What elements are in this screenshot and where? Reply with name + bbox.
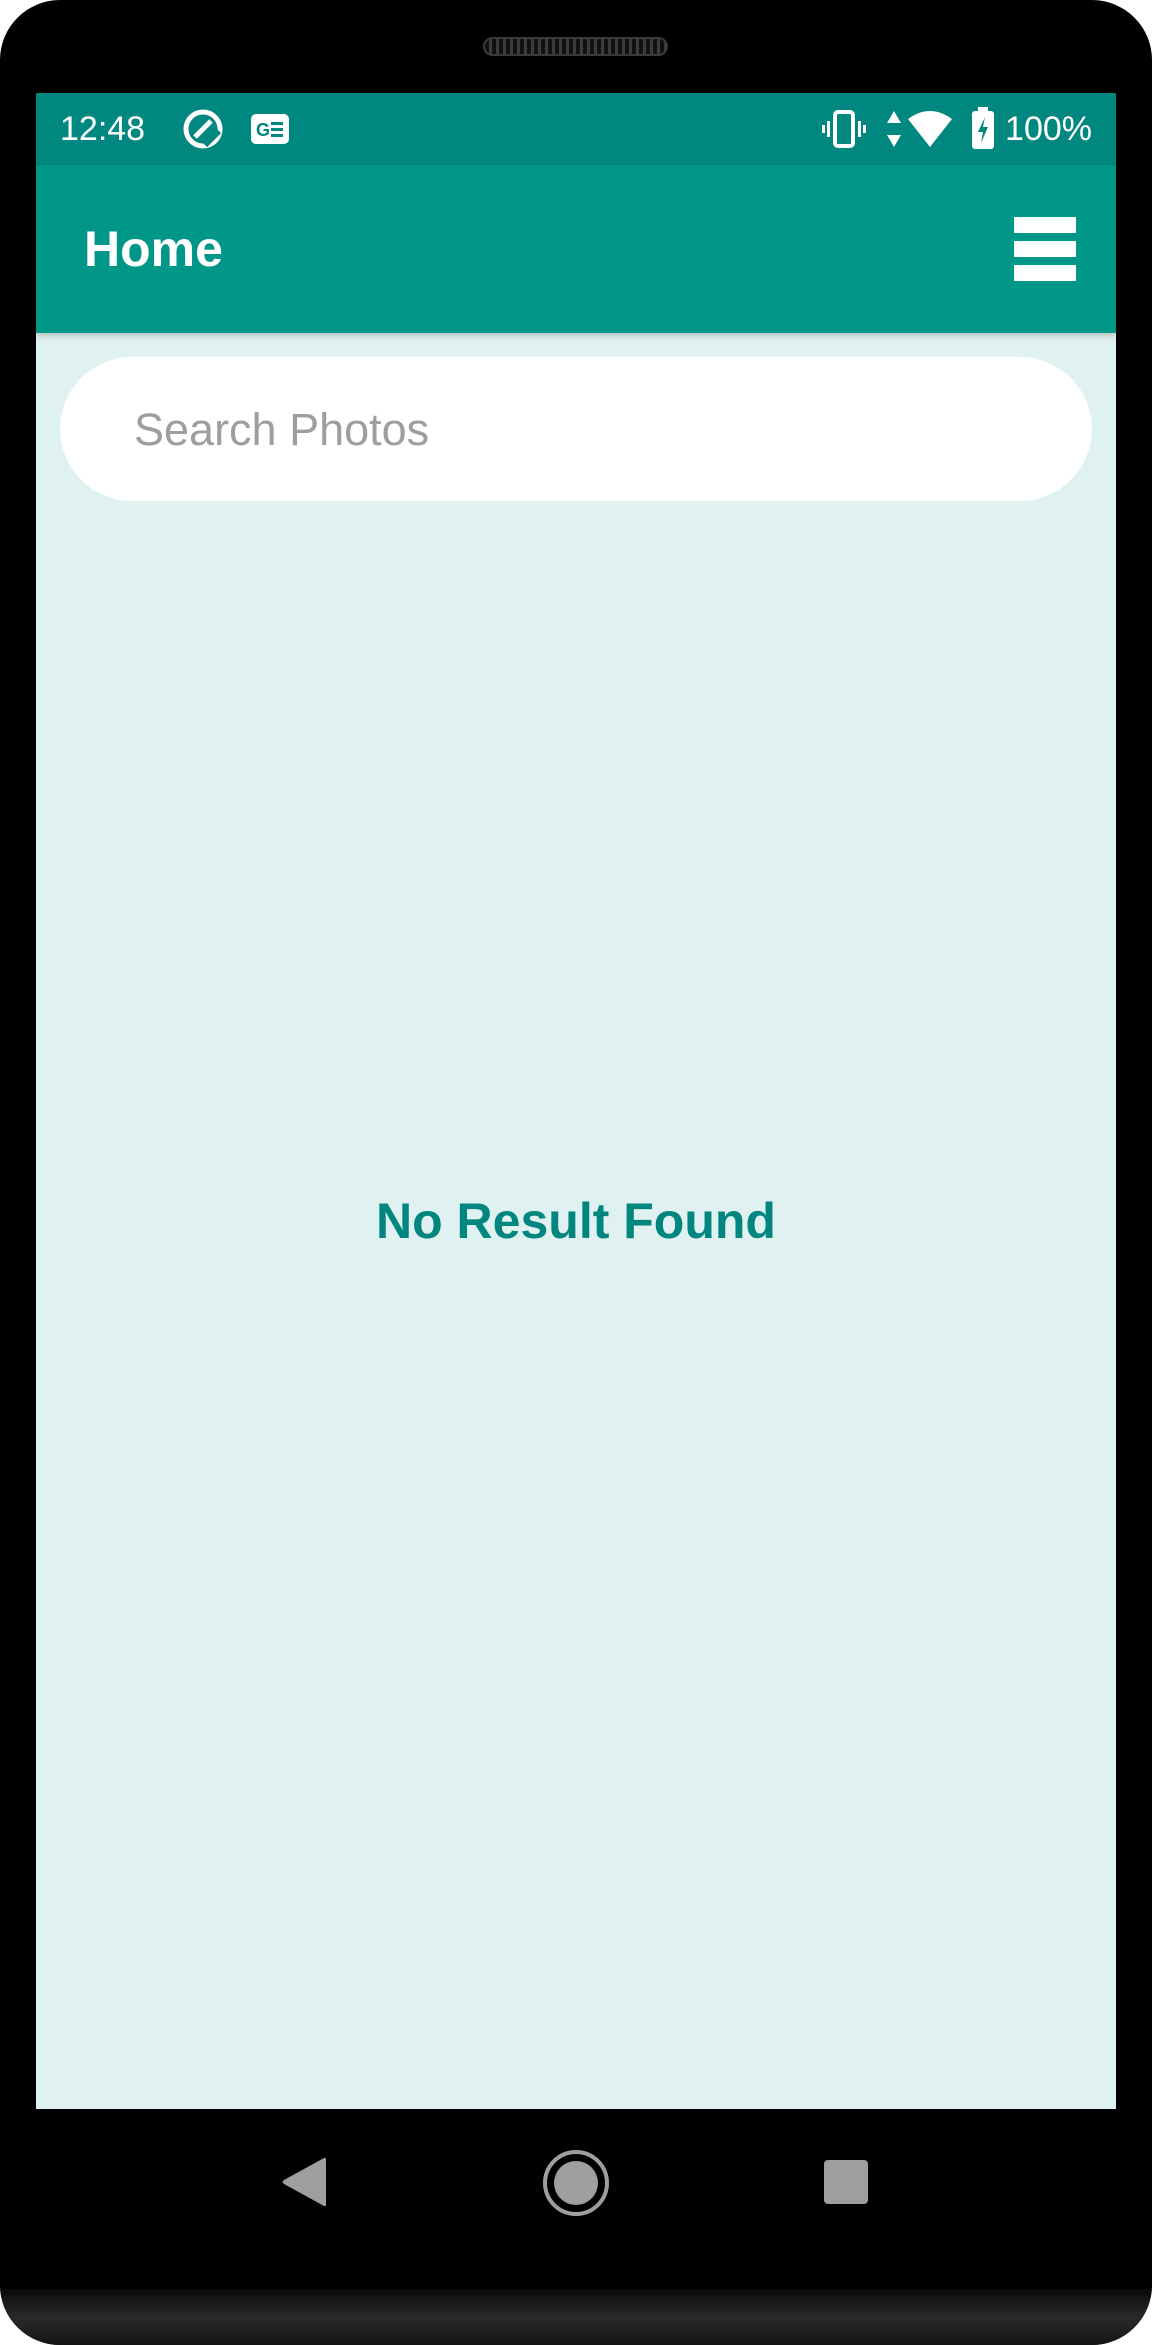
- battery-percentage: 100%: [1005, 110, 1092, 148]
- back-icon: [282, 2157, 326, 2207]
- navigation-bar: [0, 2109, 1152, 2289]
- status-time: 12:48: [60, 110, 146, 148]
- svg-text:G: G: [256, 120, 270, 140]
- status-bar: 12:48 G 100%: [36, 93, 1116, 165]
- home-button[interactable]: [542, 2149, 610, 2222]
- phone-frame: 12:48 G 100% Home Search Photos No Resul…: [0, 0, 1152, 2345]
- menu-button[interactable]: [1014, 217, 1076, 281]
- news-icon: G: [250, 113, 290, 150]
- back-button[interactable]: [278, 2154, 328, 2215]
- home-icon: [543, 2150, 609, 2216]
- battery-charging-icon: [970, 107, 996, 156]
- vibrate-icon: [822, 109, 866, 154]
- sync-icon: [181, 107, 225, 156]
- screen: 12:48 G 100% Home Search Photos No Resul…: [36, 93, 1116, 2109]
- wifi-icon: [906, 109, 954, 154]
- page-title: Home: [84, 221, 223, 277]
- search-input[interactable]: [132, 357, 1036, 503]
- bottom-bezel: [0, 2289, 1152, 2345]
- recents-icon: [824, 2160, 868, 2204]
- recents-button[interactable]: [822, 2158, 870, 2211]
- search-box: [60, 357, 1092, 503]
- empty-state-message: No Result Found: [376, 1193, 776, 1249]
- data-arrows-icon: [886, 109, 902, 154]
- app-bar: Home: [36, 165, 1116, 333]
- earpiece-speaker: [483, 37, 668, 56]
